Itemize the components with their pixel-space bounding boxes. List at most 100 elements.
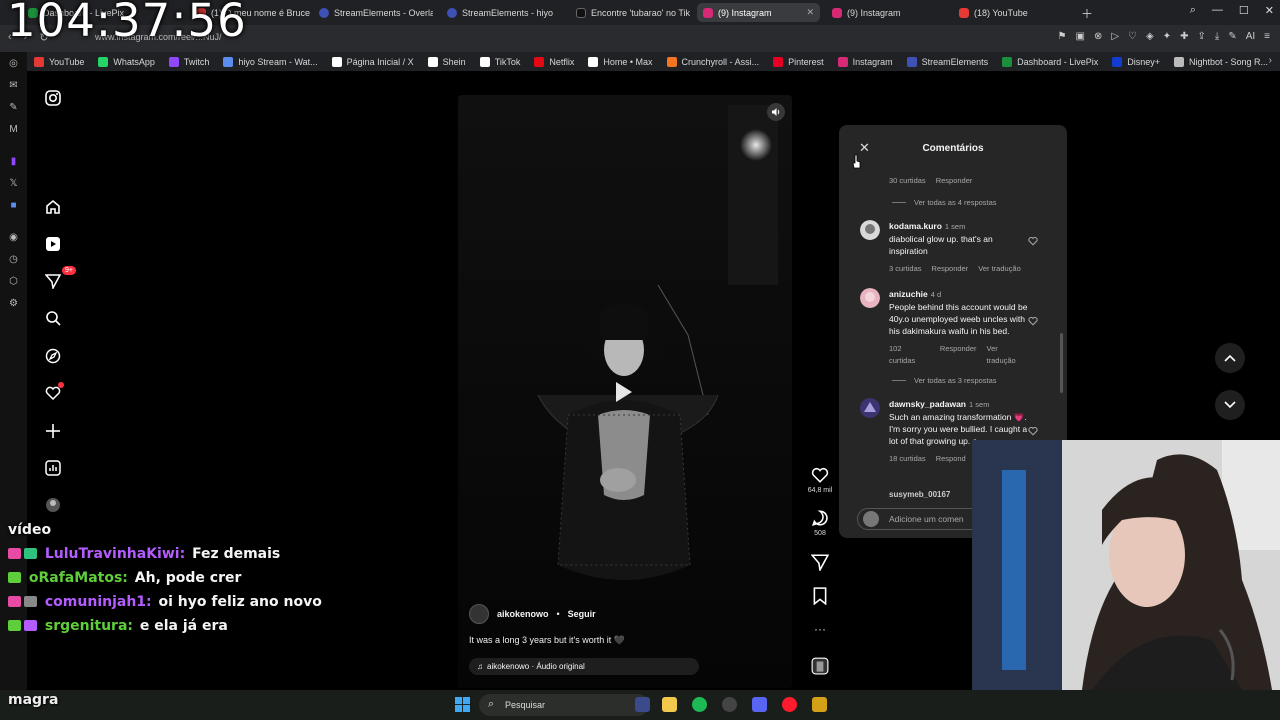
- bookmark-item[interactable]: StreamElements: [906, 56, 988, 67]
- twitch-icon[interactable]: ▮: [8, 156, 19, 167]
- heart-icon[interactable]: [1028, 316, 1038, 326]
- bookmark-item[interactable]: Shein: [427, 56, 466, 67]
- view-replies-link[interactable]: Ver todas as 4 respostas: [892, 198, 997, 207]
- create-icon[interactable]: [44, 422, 62, 440]
- app-icon[interactable]: ■: [8, 200, 19, 211]
- bookmarks-overflow-icon[interactable]: ›: [1269, 55, 1272, 66]
- taskview-icon[interactable]: [635, 697, 650, 712]
- bookmark-item[interactable]: Nightbot - Song R...: [1173, 56, 1268, 67]
- bookmark-item[interactable]: Pinterest: [773, 56, 824, 67]
- tab-streamelements-overlay[interactable]: StreamElements - Overlay: [313, 3, 433, 22]
- notifications-heart-icon[interactable]: [44, 382, 64, 402]
- avatar[interactable]: [860, 288, 880, 308]
- bookmark-item[interactable]: TikTok: [479, 56, 520, 67]
- author-avatar[interactable]: [469, 604, 489, 624]
- more-options-icon[interactable]: ···: [806, 622, 834, 636]
- profile-avatar[interactable]: [44, 496, 62, 514]
- bookmark-item[interactable]: YouTube: [34, 56, 84, 67]
- maximize-icon[interactable]: ☐: [1239, 4, 1249, 17]
- instagram-logo-icon[interactable]: [44, 89, 62, 107]
- home-icon[interactable]: [44, 198, 62, 216]
- messenger-icon[interactable]: ✉: [8, 80, 19, 91]
- new-tab-icon[interactable]: ＋: [1081, 5, 1093, 22]
- reels-icon[interactable]: [44, 235, 62, 253]
- discord-icon[interactable]: [752, 697, 767, 712]
- share-button[interactable]: [806, 553, 834, 574]
- search-icon[interactable]: [44, 309, 62, 327]
- avatar[interactable]: [860, 220, 880, 240]
- player-icon[interactable]: ◉: [8, 232, 19, 243]
- adblock-icon[interactable]: ⊗: [1094, 31, 1102, 42]
- tab-tiktok-search[interactable]: Encontre 'tubarao' no TikTok: [570, 3, 690, 22]
- edit-icon[interactable]: ✎: [8, 102, 19, 113]
- reel-video[interactable]: aikokenowo • Seguir It was a long 3 year…: [458, 95, 792, 688]
- heart-icon[interactable]: ♡: [1128, 31, 1137, 42]
- bookmark-icon[interactable]: ⚑: [1058, 31, 1067, 42]
- bookmark-item[interactable]: hiyo Stream - Wat...: [223, 56, 318, 67]
- extension-icon[interactable]: ✦: [1163, 31, 1171, 42]
- opera-home-icon[interactable]: ◎: [8, 58, 19, 69]
- comment-username[interactable]: dawnsky_padawan: [889, 399, 966, 409]
- audio-thumbnail[interactable]: [806, 657, 834, 678]
- minimize-icon[interactable]: —: [1212, 4, 1223, 17]
- reply-link[interactable]: Responder: [940, 343, 977, 367]
- bookmark-item[interactable]: Netflix: [534, 56, 574, 67]
- aria-icon[interactable]: ✎: [1228, 31, 1236, 42]
- history-icon[interactable]: ◷: [8, 254, 19, 265]
- tab-youtube[interactable]: (18) YouTube: [953, 3, 1073, 22]
- taskbar-search[interactable]: ⌕ Pesquisar: [479, 694, 649, 716]
- ai-icon[interactable]: AI: [1246, 31, 1255, 42]
- opera-icon[interactable]: [782, 697, 797, 712]
- comment-username[interactable]: anizuchie: [889, 289, 928, 299]
- bookmark-item[interactable]: WhatsApp: [98, 56, 155, 67]
- windows-start-icon[interactable]: [455, 697, 470, 712]
- tab-streamelements-hiyo[interactable]: StreamElements - hiyo: [441, 3, 561, 22]
- author-username[interactable]: aikokenowo: [497, 609, 549, 619]
- bookmark-item[interactable]: Dashboard - LivePix: [1002, 56, 1098, 67]
- previous-reel-button[interactable]: [1215, 343, 1245, 373]
- comment-username[interactable]: susymeb_00167: [889, 490, 950, 499]
- bookmark-item[interactable]: Página Inicial / X: [331, 56, 414, 67]
- wallet-icon[interactable]: ◈: [1146, 31, 1154, 42]
- search-tabs-icon[interactable]: ⌕: [1190, 4, 1196, 17]
- save-button[interactable]: [806, 587, 834, 608]
- avatar[interactable]: [860, 398, 880, 418]
- app-icon[interactable]: [812, 697, 827, 712]
- translate-link[interactable]: Ver tradução: [978, 263, 1021, 275]
- reply-link[interactable]: Responder: [936, 176, 973, 185]
- dashboard-icon[interactable]: [44, 459, 62, 477]
- snapshot-icon[interactable]: ▣: [1076, 31, 1085, 42]
- player-icon[interactable]: ▷: [1111, 31, 1119, 42]
- tab-instagram[interactable]: (9) Instagram: [826, 3, 946, 22]
- explorer-icon[interactable]: [662, 697, 677, 712]
- view-replies-link[interactable]: Ver todas as 3 respostas: [892, 376, 997, 385]
- tab-instagram-active[interactable]: (9) Instagram ✕: [697, 3, 820, 22]
- bookmark-item[interactable]: Disney+: [1112, 56, 1160, 67]
- explore-icon[interactable]: [44, 347, 62, 365]
- reply-link[interactable]: Respond: [936, 453, 966, 465]
- download-icon[interactable]: ⤓: [1215, 31, 1219, 42]
- mail-icon[interactable]: M: [8, 124, 19, 135]
- bookmark-item[interactable]: Instagram: [837, 56, 893, 67]
- menu-icon[interactable]: ≡: [1264, 31, 1270, 42]
- translate-link[interactable]: Ver tradução: [987, 343, 1029, 367]
- comment-username[interactable]: kodama.kuro: [889, 221, 942, 231]
- close-tab-icon[interactable]: ✕: [806, 7, 814, 18]
- spotify-icon[interactable]: [692, 697, 707, 712]
- mute-icon[interactable]: [767, 103, 785, 121]
- reply-link[interactable]: Responder: [932, 263, 969, 275]
- puzzle-icon[interactable]: ✚: [1180, 31, 1188, 42]
- bookmark-item[interactable]: Crunchyroll - Assi...: [666, 56, 759, 67]
- bookmark-item[interactable]: Twitch: [168, 56, 209, 67]
- like-button[interactable]: 64,8 mil: [806, 466, 834, 494]
- settings-icon[interactable]: ⚙: [8, 298, 19, 309]
- next-reel-button[interactable]: [1215, 390, 1245, 420]
- heart-icon[interactable]: [1028, 426, 1038, 436]
- comments-scrollbar[interactable]: [1060, 333, 1063, 393]
- comment-button[interactable]: 508: [806, 509, 834, 537]
- extensions-icon[interactable]: ⬡: [8, 276, 19, 287]
- share-icon[interactable]: ⇪: [1198, 31, 1206, 42]
- close-window-icon[interactable]: ✕: [1265, 4, 1274, 17]
- play-icon[interactable]: [616, 382, 632, 402]
- obs-icon[interactable]: [722, 697, 737, 712]
